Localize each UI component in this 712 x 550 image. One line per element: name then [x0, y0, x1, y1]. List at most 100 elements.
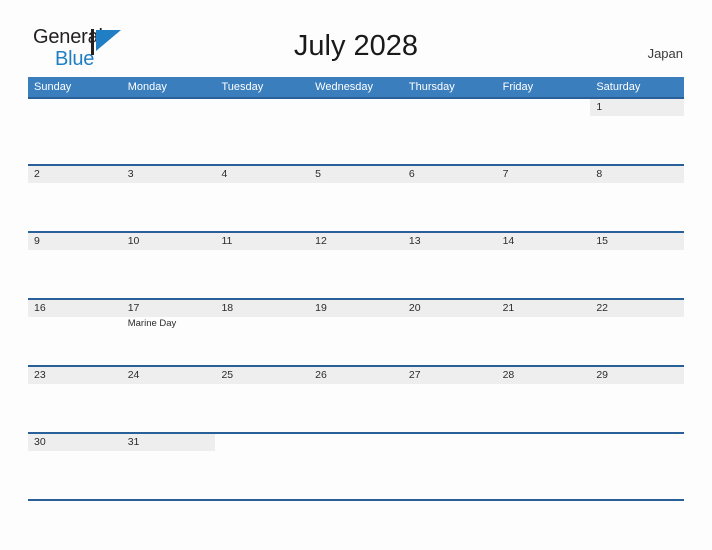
day-cell[interactable]: 4	[215, 166, 310, 231]
day-number-band	[28, 99, 122, 116]
day-number: 29	[596, 369, 608, 381]
weekday-header-friday: Friday	[502, 81, 534, 93]
day-number-band	[402, 434, 497, 451]
day-cell[interactable]: 3	[121, 166, 216, 231]
day-cell[interactable]: 22	[590, 300, 685, 365]
day-number-band: 15	[590, 233, 685, 250]
day-number: 25	[221, 369, 234, 381]
day-number: 12	[315, 235, 327, 247]
week-row: 1	[28, 97, 685, 164]
day-number-band	[309, 434, 403, 451]
day-number-band: 10	[121, 233, 216, 250]
day-cell[interactable]: 1	[590, 99, 685, 164]
day-cell[interactable]: 12	[309, 233, 403, 298]
day-cell-empty	[590, 434, 685, 499]
day-number-band	[215, 99, 310, 116]
weekday-header-wednesday: Wednesday	[315, 81, 374, 93]
day-number-band: 18	[215, 300, 310, 317]
day-number-band: 22	[590, 300, 685, 317]
grid-bottom-rule	[28, 499, 684, 501]
day-number-band: 1	[590, 99, 685, 116]
weekday-header-monday: Monday	[127, 81, 167, 93]
day-cell[interactable]: 8	[590, 166, 685, 231]
day-cell[interactable]: 13	[402, 233, 497, 298]
day-number-band: 13	[402, 233, 497, 250]
day-number: 21	[502, 302, 515, 314]
day-cell[interactable]: 6	[402, 166, 497, 231]
day-number-band: 7	[496, 166, 591, 183]
day-number-band: 26	[309, 367, 403, 384]
day-cell[interactable]: 24	[121, 367, 216, 432]
day-cell[interactable]: 20	[402, 300, 497, 365]
day-number-band: 28	[496, 367, 591, 384]
weekday-header-tuesday: Tuesday	[221, 81, 264, 93]
day-number-band: 30	[28, 434, 122, 451]
day-number: 15	[596, 235, 608, 247]
day-number: 7	[502, 168, 509, 180]
day-number-band	[402, 99, 497, 116]
day-cell[interactable]: 18	[215, 300, 310, 365]
day-cell[interactable]: 11	[215, 233, 310, 298]
week-row: 16 17 Marine Day 18 19 20 21 22	[28, 298, 685, 365]
weekday-header-row: Sunday Monday Tuesday Wednesday Thursday Frid…	[28, 77, 684, 97]
day-cell[interactable]: 15	[590, 233, 685, 298]
day-cell[interactable]: 27	[402, 367, 497, 432]
day-cell-empty	[215, 434, 310, 499]
day-number: 16	[34, 302, 46, 314]
day-cell[interactable]: 17 Marine Day	[121, 300, 216, 365]
day-cell[interactable]: 28	[496, 367, 591, 432]
day-number: 8	[596, 168, 603, 180]
day-number: 5	[315, 168, 321, 180]
day-number: 18	[221, 302, 234, 314]
day-cell[interactable]: 30	[28, 434, 122, 499]
day-number-band: 31	[121, 434, 216, 451]
day-cell[interactable]: 2	[28, 166, 122, 231]
day-cell[interactable]: 16	[28, 300, 122, 365]
week-row: 9 10 11 12 13 14 15	[28, 231, 685, 298]
day-number-band	[121, 99, 216, 116]
day-cell-empty	[402, 434, 497, 499]
day-number: 9	[34, 235, 40, 247]
day-number-band: 6	[402, 166, 497, 183]
day-number: 31	[127, 436, 140, 448]
day-number: 13	[408, 235, 421, 247]
day-cell[interactable]: 25	[215, 367, 310, 432]
day-cell[interactable]: 19	[309, 300, 403, 365]
day-number-band: 17	[121, 300, 216, 317]
day-number: 1	[596, 101, 603, 113]
day-cell[interactable]: 10	[121, 233, 216, 298]
day-number-band: 5	[309, 166, 403, 183]
day-number-band: 19	[309, 300, 403, 317]
day-cell[interactable]: 7	[496, 166, 591, 231]
weekday-header-thursday: Thursday	[408, 81, 455, 93]
day-number: 19	[315, 302, 327, 314]
day-cell[interactable]: 14	[496, 233, 591, 298]
day-cell-empty	[121, 99, 216, 164]
day-cell[interactable]: 5	[309, 166, 403, 231]
day-number-band	[590, 434, 685, 451]
week-row: 30 31	[28, 432, 685, 499]
day-number-band: 9	[28, 233, 122, 250]
day-number-band: 4	[215, 166, 310, 183]
day-cell[interactable]: 31	[121, 434, 216, 499]
day-number-band: 3	[121, 166, 216, 183]
day-cell[interactable]: 23	[28, 367, 122, 432]
day-cell[interactable]: 26	[309, 367, 403, 432]
day-number: 28	[502, 369, 515, 381]
day-cell[interactable]: 9	[28, 233, 122, 298]
day-number: 17	[127, 302, 140, 314]
day-cell-empty	[309, 434, 403, 499]
day-number-band: 27	[402, 367, 497, 384]
week-row: 23 24 25 26 27 28 29	[28, 365, 685, 432]
day-cell-empty	[309, 99, 403, 164]
day-number: 3	[127, 168, 134, 180]
day-events: Marine Day	[122, 317, 216, 330]
day-cell-empty	[28, 99, 122, 164]
day-number-band	[496, 434, 591, 451]
day-number: 6	[408, 168, 415, 180]
weekday-header-saturday: Saturday	[596, 81, 641, 93]
day-cell[interactable]: 29	[590, 367, 685, 432]
day-cell-empty	[496, 434, 591, 499]
calendar-body: 1 2 3 4 5 6 7 8 9 10 11 12 13 14 15 16 17 Marine Day 18 19 2…	[28, 97, 685, 499]
day-cell[interactable]: 21	[496, 300, 591, 365]
